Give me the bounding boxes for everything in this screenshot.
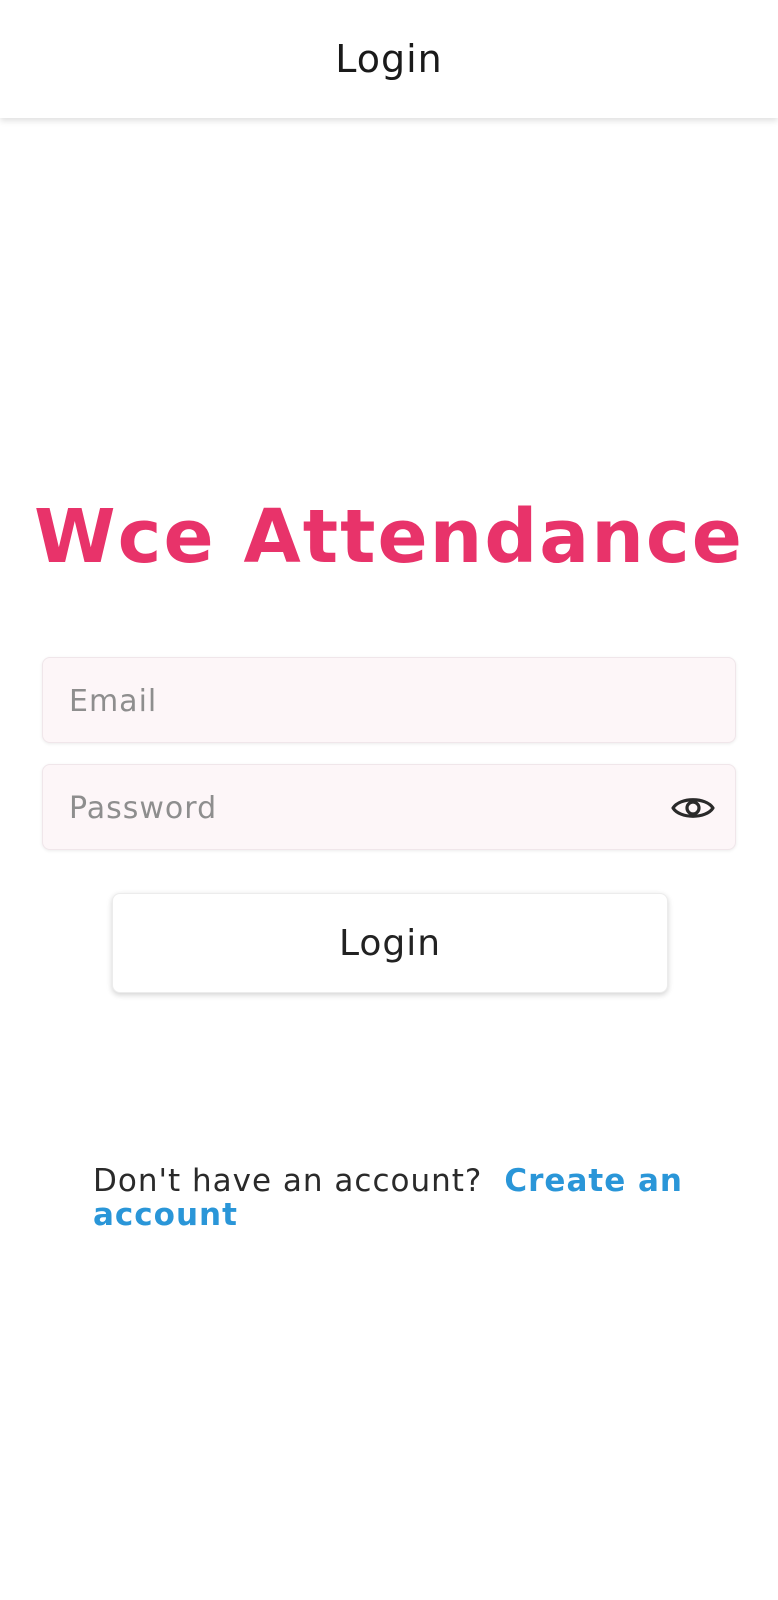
app-bar: Login [0,0,778,118]
email-input[interactable] [67,658,651,744]
app-bar-title: Login [335,37,443,81]
signup-prompt: Don't have an account? [93,1163,483,1199]
password-input[interactable] [67,765,651,851]
password-field[interactable] [42,764,736,851]
eye-icon [671,798,715,818]
signup-row: Don't have an account? Create an account [93,1164,693,1232]
brand-title: Wce Attendance [34,494,744,580]
email-field[interactable] [42,657,736,744]
login-button[interactable]: Login [112,893,668,993]
toggle-password-visibility-button[interactable] [671,786,715,830]
